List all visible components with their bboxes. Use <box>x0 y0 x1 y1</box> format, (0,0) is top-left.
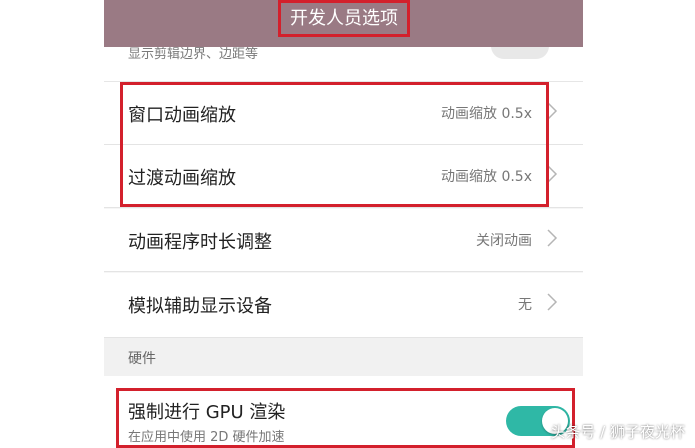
setting-row-transition-animation-scale[interactable]: 过渡动画缩放 动画缩放 0.5x <box>104 145 583 208</box>
setting-label: 过渡动画缩放 <box>128 168 236 189</box>
setting-description: 在应用中使用 2D 硬件加速 <box>128 430 285 445</box>
chevron-right-icon <box>547 165 558 183</box>
setting-row-simulate-secondary-display[interactable]: 模拟辅助显示设备 无 <box>104 273 583 338</box>
section-header-hardware: 硬件 <box>104 338 583 376</box>
chevron-right-icon <box>547 102 558 120</box>
setting-label: 模拟辅助显示设备 <box>128 296 272 317</box>
setting-row-window-animation-scale[interactable]: 窗口动画缩放 动画缩放 0.5x <box>104 82 583 145</box>
setting-value: 无 <box>518 297 532 313</box>
setting-label: 强制进行 GPU 渲染 <box>128 402 286 423</box>
partial-setting-text: 显示剪辑边界、边距等 <box>128 47 259 62</box>
section-label: 硬件 <box>128 351 156 367</box>
setting-value: 动画缩放 0.5x <box>441 169 532 185</box>
setting-value: 动画缩放 0.5x <box>441 106 532 122</box>
watermark: 头条号 / 狮子夜光杯 <box>550 423 685 441</box>
setting-label: 窗口动画缩放 <box>128 105 236 126</box>
header-bar: 开发人员选项 <box>104 0 583 47</box>
chevron-right-icon <box>547 293 558 311</box>
setting-row-animator-duration-scale[interactable]: 动画程序时长调整 关闭动画 <box>104 209 583 272</box>
setting-value: 关闭动画 <box>476 233 532 249</box>
partial-toggle[interactable] <box>491 47 549 59</box>
setting-row-force-gpu-rendering[interactable]: 强制进行 GPU 渲染 在应用中使用 2D 硬件加速 <box>104 376 583 448</box>
page-title: 开发人员选项 <box>278 0 410 37</box>
setting-label: 动画程序时长调整 <box>128 232 272 253</box>
partial-setting-row[interactable]: 显示剪辑边界、边距等 <box>104 47 583 82</box>
chevron-right-icon <box>547 229 558 247</box>
settings-screen: 开发人员选项 显示剪辑边界、边距等 窗口动画缩放 动画缩放 0.5x 过渡动画缩… <box>104 0 583 448</box>
